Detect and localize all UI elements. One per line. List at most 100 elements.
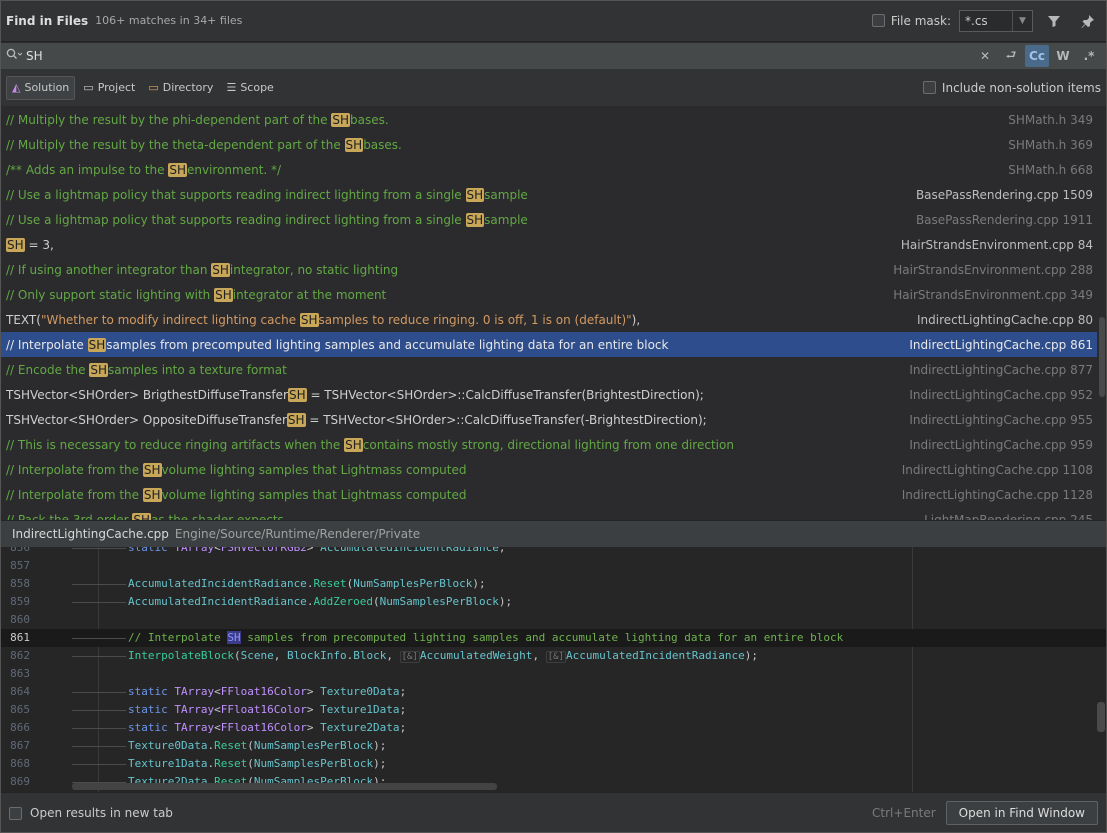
match-highlight: SH bbox=[299, 312, 319, 327]
result-row[interactable]: /** Adds an impulse to the SHenvironment… bbox=[0, 157, 1097, 182]
result-row[interactable]: // If using another integrator than SHin… bbox=[0, 257, 1097, 282]
code-token: ( bbox=[373, 595, 380, 608]
code-content: Texture0Data.Reset(NumSamplesPerBlock); bbox=[128, 737, 386, 755]
code-token: // Interpolate bbox=[128, 631, 228, 644]
replace-icon[interactable]: ⮐ bbox=[999, 45, 1023, 67]
match-highlight: SH bbox=[6, 237, 25, 252]
result-text-post: = TSHVector<SHOrder>::CalcDiffuseTransfe… bbox=[305, 412, 707, 427]
result-row[interactable]: // Use a lightmap policy that supports r… bbox=[0, 207, 1097, 232]
search-icon[interactable] bbox=[6, 48, 26, 64]
result-row[interactable]: // Encode the SHsamples into a texture f… bbox=[0, 357, 1097, 382]
result-text: // Use a lightmap policy that supports r… bbox=[6, 187, 916, 202]
result-row[interactable]: TEXT("Whether to modify indirect lightin… bbox=[0, 307, 1097, 332]
footer-bar: Open results in new tab Ctrl+Enter Open … bbox=[0, 792, 1107, 833]
code-token: NumSamplesPerBlock bbox=[379, 595, 499, 608]
regex-toggle[interactable]: .* bbox=[1077, 45, 1101, 67]
code-token: samples from precomputed lighting sample… bbox=[240, 631, 844, 644]
indent-guide-tick bbox=[72, 638, 126, 639]
result-text: // This is necessary to reduce ringing a… bbox=[6, 437, 909, 452]
result-row[interactable]: // Multiply the result by the theta-depe… bbox=[0, 132, 1097, 157]
include-non-solution-checkbox[interactable] bbox=[922, 81, 936, 94]
result-text-string-pre: "Whether to modify indirect lighting cac… bbox=[40, 312, 300, 327]
match-highlight: SH bbox=[142, 487, 162, 502]
open-in-find-window-button[interactable]: Open in Find Window bbox=[945, 801, 1098, 825]
code-preview[interactable]: 856 static TArray<FSHVectorRGB2> Accumula… bbox=[0, 547, 1107, 792]
code-token: TArray bbox=[174, 721, 215, 734]
scope-directory[interactable]: ▭ Directory bbox=[143, 76, 218, 100]
code-token: Block bbox=[353, 649, 387, 662]
clear-icon[interactable]: ✕ bbox=[973, 45, 997, 67]
editor-vertical-scroll-thumb[interactable] bbox=[1097, 702, 1105, 732]
indent-guide-tick bbox=[72, 602, 126, 603]
line-number: 867 bbox=[10, 739, 30, 752]
result-row[interactable]: // Use a lightmap policy that supports r… bbox=[0, 182, 1097, 207]
code-line: 860 bbox=[0, 611, 1107, 629]
code-token: FFloat16Color bbox=[220, 703, 307, 716]
result-row[interactable]: // Multiply the result by the phi-depend… bbox=[0, 107, 1097, 132]
code-token: > bbox=[306, 703, 321, 716]
open-new-tab-checkbox[interactable] bbox=[9, 806, 22, 820]
code-line: 862 InterpolateBlock(Scene, BlockInfo.Blo… bbox=[0, 647, 1107, 665]
line-number: 857 bbox=[10, 559, 30, 572]
scope-project[interactable]: ▭ Project bbox=[78, 76, 140, 100]
result-text: // Only support static lighting with SHi… bbox=[6, 287, 893, 302]
pin-icon[interactable] bbox=[1075, 8, 1101, 34]
whole-word-toggle[interactable]: W bbox=[1051, 45, 1075, 67]
code-token: < bbox=[214, 721, 221, 734]
result-text: // If using another integrator than SHin… bbox=[6, 262, 893, 277]
result-row[interactable]: SH = 3, HairStrandsEnvironment.cpp 84 bbox=[0, 232, 1097, 257]
scope-scope[interactable]: ☰ Scope bbox=[221, 76, 278, 100]
code-token: BlockInfo bbox=[286, 649, 347, 662]
preview-file-path: Engine/Source/Runtime/Renderer/Private bbox=[174, 527, 421, 541]
result-text-pre: // Multiply the result by the phi-depend… bbox=[6, 112, 332, 127]
dialog-title: Find in Files bbox=[6, 13, 89, 28]
results-scroll-thumb[interactable] bbox=[1099, 317, 1105, 397]
result-file-location: HairStrandsEnvironment.cpp 288 bbox=[893, 262, 1093, 277]
file-mask-input[interactable] bbox=[960, 13, 1012, 28]
code-line: 864 static TArray<FFloat16Color> Texture0… bbox=[0, 683, 1107, 701]
code-content: static TArray<FFloat16Color> Texture1Dat… bbox=[128, 701, 406, 719]
search-input[interactable] bbox=[26, 45, 971, 67]
result-row[interactable]: // Pack the 3rd order SHas the shader ex… bbox=[0, 507, 1097, 520]
code-token: , bbox=[273, 649, 287, 662]
result-text-post: environment. */ bbox=[186, 162, 282, 177]
file-mask-checkbox[interactable] bbox=[871, 14, 885, 27]
results-scrollbar[interactable] bbox=[1097, 107, 1107, 520]
scope-project-label: Project bbox=[97, 81, 136, 94]
result-row[interactable]: // Interpolate from the SHvolume lightin… bbox=[0, 457, 1097, 482]
result-row[interactable]: // Interpolate from the SHvolume lightin… bbox=[0, 482, 1097, 507]
result-row[interactable]: // Only support static lighting with SHi… bbox=[0, 282, 1097, 307]
code-token: AccumulatedIncidentRadiance bbox=[128, 577, 307, 590]
result-text-pre: /** Adds an impulse to the bbox=[6, 162, 169, 177]
result-text-post: integrator, no static lighting bbox=[229, 262, 399, 277]
result-row[interactable]: // Interpolate SHsamples from precompute… bbox=[0, 332, 1097, 357]
match-highlight: SH bbox=[87, 337, 107, 352]
editor-horizontal-scroll-thumb[interactable] bbox=[72, 783, 497, 790]
result-file-location: IndirectLightingCache.cpp 80 bbox=[916, 312, 1093, 327]
line-number: 866 bbox=[10, 721, 30, 734]
result-row[interactable]: // This is necessary to reduce ringing a… bbox=[0, 432, 1097, 457]
code-token: ); bbox=[744, 649, 759, 662]
match-highlight: SH bbox=[465, 187, 485, 202]
match-case-toggle[interactable]: Cc bbox=[1025, 45, 1049, 67]
result-text-pre: // Pack the 3rd order bbox=[6, 512, 133, 521]
shortcut-hint: Ctrl+Enter bbox=[872, 806, 936, 820]
result-file-location: IndirectLightingCache.cpp 1108 bbox=[901, 462, 1093, 477]
code-line: 856 static TArray<FSHVectorRGB2> Accumula… bbox=[0, 547, 1107, 557]
code-line: 863 bbox=[0, 665, 1107, 683]
match-highlight: SH bbox=[331, 112, 350, 127]
result-row[interactable]: TSHVector<SHOrder> BrigthestDiffuseTrans… bbox=[0, 382, 1097, 407]
code-lines: 856 static TArray<FSHVectorRGB2> Accumula… bbox=[0, 547, 1107, 791]
code-token: < bbox=[214, 703, 221, 716]
include-non-solution-label: Include non-solution items bbox=[941, 80, 1101, 95]
file-mask-combo[interactable]: ▼ bbox=[959, 9, 1033, 32]
filter-icon[interactable] bbox=[1041, 8, 1067, 34]
line-number: 861 bbox=[10, 631, 30, 644]
result-row[interactable]: TSHVector<SHOrder> OppositeDiffuseTransf… bbox=[0, 407, 1097, 432]
scope-solution[interactable]: ◭ Solution bbox=[6, 75, 76, 100]
chevron-down-icon[interactable]: ▼ bbox=[1012, 10, 1032, 31]
result-text: // Pack the 3rd order SHas the shader ex… bbox=[6, 512, 924, 521]
code-token: ; bbox=[498, 547, 506, 554]
result-text-post: samples from precomputed lighting sample… bbox=[106, 337, 669, 352]
code-token: ; bbox=[399, 685, 407, 698]
